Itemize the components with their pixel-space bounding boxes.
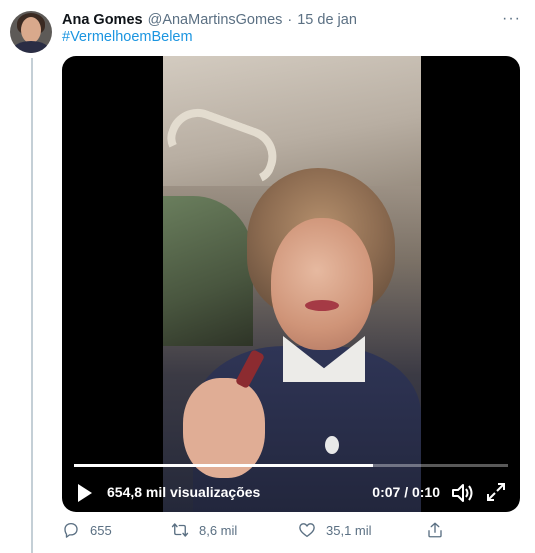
volume-icon[interactable] (450, 482, 474, 504)
tweet-header: Ana Gomes @AnaMartinsGomes · 15 de jan (62, 10, 521, 30)
video-player[interactable]: 654,8 mil visualizações 0:07 / 0:10 (62, 56, 520, 512)
retweet-count: 8,6 mil (199, 522, 238, 538)
like-count: 35,1 mil (326, 522, 372, 538)
retweet-button[interactable]: 8,6 mil (171, 518, 237, 542)
video-progress-bar[interactable] (74, 464, 508, 467)
share-icon (428, 522, 442, 538)
fullscreen-icon[interactable] (486, 482, 506, 502)
car-window (163, 196, 253, 346)
like-icon (299, 523, 315, 538)
hashtag-link[interactable]: #VermelhoemBelem (62, 29, 193, 45)
reply-count: 655 (90, 522, 112, 538)
lapel-badge (325, 436, 339, 454)
video-controls: 654,8 mil visualizações 0:07 / 0:10 (62, 476, 520, 510)
video-progress-fill (74, 464, 374, 467)
avatar[interactable] (10, 11, 52, 53)
tweet-actions: 655 8,6 mil 35,1 mil (62, 518, 462, 542)
like-button[interactable]: 35,1 mil (298, 518, 372, 542)
avatar-coat (12, 41, 50, 53)
video-frame (163, 56, 421, 512)
view-count: 654,8 mil visualizações (107, 484, 261, 500)
video-time: 0:07 / 0:10 (372, 484, 440, 500)
reply-button[interactable]: 655 (62, 518, 112, 542)
author-name[interactable]: Ana Gomes (62, 12, 143, 28)
hand (183, 378, 265, 478)
play-icon[interactable] (78, 484, 92, 502)
thread-line (31, 58, 33, 553)
avatar-face (21, 17, 41, 43)
retweet-icon (171, 523, 189, 537)
lips (305, 300, 339, 311)
more-icon[interactable]: ··· (502, 10, 521, 28)
reply-icon (64, 522, 78, 538)
tweet-date[interactable]: 15 de jan (297, 12, 357, 28)
separator-dot: · (287, 12, 293, 28)
face (271, 218, 373, 350)
share-button[interactable] (426, 518, 454, 542)
author-handle[interactable]: @AnaMartinsGomes (148, 12, 283, 28)
